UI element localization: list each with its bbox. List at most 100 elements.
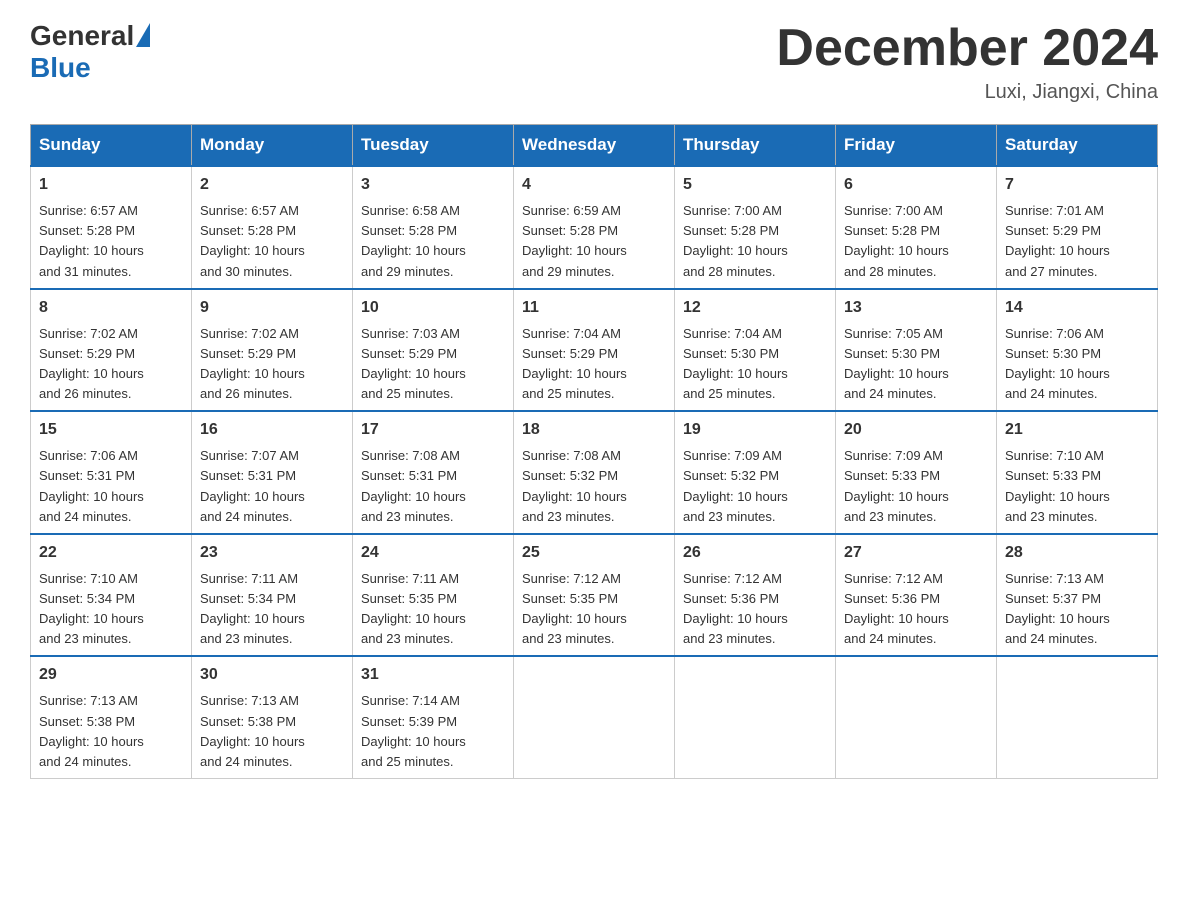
week-row-4: 22 Sunrise: 7:10 AMSunset: 5:34 PMDayligh… [31,534,1158,657]
calendar-cell: 28Sunrise: 7:13 AMSunset: 5:37 PMDayligh… [997,534,1158,657]
day-info: Sunrise: 7:13 AMSunset: 5:37 PMDaylight:… [1005,569,1149,650]
week-row-1: 1Sunrise: 6:57 AMSunset: 5:28 PMDaylight… [31,166,1158,289]
calendar-cell [997,656,1158,778]
day-info: Sunrise: 7:00 AMSunset: 5:28 PMDaylight:… [683,201,827,282]
day-number: 13 [844,296,988,320]
calendar-cell: 12Sunrise: 7:04 AMSunset: 5:30 PMDayligh… [675,289,836,412]
day-info: Sunrise: 7:10 AMSunset: 5:34 PMDaylight:… [39,569,183,650]
day-info: Sunrise: 7:14 AMSunset: 5:39 PMDaylight:… [361,691,505,772]
calendar-cell: 13 Sunrise: 7:05 AMSunset: 5:30 PMDayligh… [836,289,997,412]
day-info: Sunrise: 7:08 AMSunset: 5:31 PMDaylight:… [361,446,505,527]
weekday-header-wednesday: Wednesday [514,125,675,167]
calendar-cell: 21Sunrise: 7:10 AMSunset: 5:33 PMDayligh… [997,411,1158,534]
day-number: 30 [200,663,344,687]
weekday-header-sunday: Sunday [31,125,192,167]
calendar-cell: 16 Sunrise: 7:07 AMSunset: 5:31 PMDayligh… [192,411,353,534]
calendar-cell: 29Sunrise: 7:13 AMSunset: 5:38 PMDayligh… [31,656,192,778]
calendar-cell: 4Sunrise: 6:59 AMSunset: 5:28 PMDaylight… [514,166,675,289]
day-info: Sunrise: 7:09 AMSunset: 5:33 PMDaylight:… [844,446,988,527]
weekday-header-tuesday: Tuesday [353,125,514,167]
calendar-cell: 15 Sunrise: 7:06 AMSunset: 5:31 PMDayligh… [31,411,192,534]
day-info: Sunrise: 7:07 AMSunset: 5:31 PMDaylight:… [200,446,344,527]
day-info: Sunrise: 6:58 AMSunset: 5:28 PMDaylight:… [361,201,505,282]
calendar-cell: 18 Sunrise: 7:08 AMSunset: 5:32 PMDayligh… [514,411,675,534]
calendar-cell: 19 Sunrise: 7:09 AMSunset: 5:32 PMDayligh… [675,411,836,534]
calendar-cell: 7 Sunrise: 7:01 AMSunset: 5:29 PMDaylight… [997,166,1158,289]
week-row-5: 29 Sunrise: 7:13 AMSunset: 5:38 PMDayligh… [31,656,1158,778]
day-number: 24 [361,541,505,565]
week-row-3: 15 Sunrise: 7:06 AMSunset: 5:31 PMDayligh… [31,411,1158,534]
calendar-cell: 6Sunrise: 7:00 AMSunset: 5:28 PMDaylight… [836,166,997,289]
day-number: 22 [39,541,183,565]
calendar-cell: 10Sunrise: 7:03 AMSunset: 5:29 PMDayligh… [353,289,514,412]
day-number: 17 [361,418,505,442]
day-info: Sunrise: 6:57 AMSunset: 5:28 PMDaylight:… [200,201,344,282]
calendar-table: SundayMondayTuesdayWednesdayThursdayFrid… [30,124,1158,779]
day-info: Sunrise: 7:02 AMSunset: 5:29 PMDaylight:… [39,324,183,405]
day-number: 5 [683,173,827,197]
page-header: General Blue December 2024 Luxi, Jiangxi… [30,20,1158,104]
day-info: Sunrise: 7:06 AMSunset: 5:31 PMDaylight:… [39,446,183,527]
day-info: Sunrise: 7:05 AMSunset: 5:30 PMDaylight:… [844,324,988,405]
day-number: 18 [522,418,666,442]
calendar-cell: 23Sunrise: 7:11 AMSunset: 5:34 PMDayligh… [192,534,353,657]
calendar-cell: 20Sunrise: 7:09 AMSunset: 5:33 PMDayligh… [836,411,997,534]
calendar-cell: 11 Sunrise: 7:04 AMSunset: 5:29 PMDayligh… [514,289,675,412]
calendar-cell: 9 Sunrise: 7:02 AMSunset: 5:29 PMDaylight… [192,289,353,412]
logo-general-text: General [30,20,134,52]
calendar-cell [836,656,997,778]
day-number: 14 [1005,296,1149,320]
day-number: 3 [361,173,505,197]
location-subtitle: Luxi, Jiangxi, China [776,81,1158,104]
calendar-cell: 31Sunrise: 7:14 AMSunset: 5:39 PMDayligh… [353,656,514,778]
day-info: Sunrise: 7:12 AMSunset: 5:36 PMDaylight:… [844,569,988,650]
day-info: Sunrise: 7:04 AMSunset: 5:29 PMDaylight:… [522,324,666,405]
day-number: 15 [39,418,183,442]
day-info: Sunrise: 7:12 AMSunset: 5:36 PMDaylight:… [683,569,827,650]
logo-blue-part [134,23,150,49]
day-info: Sunrise: 7:09 AMSunset: 5:32 PMDaylight:… [683,446,827,527]
day-number: 2 [200,173,344,197]
calendar-cell: 24 Sunrise: 7:11 AMSunset: 5:35 PMDayligh… [353,534,514,657]
weekday-header-thursday: Thursday [675,125,836,167]
calendar-cell: 3 Sunrise: 6:58 AMSunset: 5:28 PMDaylight… [353,166,514,289]
title-section: December 2024 Luxi, Jiangxi, China [776,20,1158,104]
calendar-cell: 17 Sunrise: 7:08 AMSunset: 5:31 PMDayligh… [353,411,514,534]
weekday-header-friday: Friday [836,125,997,167]
calendar-cell: 2 Sunrise: 6:57 AMSunset: 5:28 PMDaylight… [192,166,353,289]
calendar-cell: 5 Sunrise: 7:00 AMSunset: 5:28 PMDaylight… [675,166,836,289]
logo-blue-text: Blue [30,52,91,84]
day-info: Sunrise: 7:08 AMSunset: 5:32 PMDaylight:… [522,446,666,527]
day-number: 23 [200,541,344,565]
day-number: 8 [39,296,183,320]
calendar-cell: 25 Sunrise: 7:12 AMSunset: 5:35 PMDayligh… [514,534,675,657]
week-row-2: 8 Sunrise: 7:02 AMSunset: 5:29 PMDaylight… [31,289,1158,412]
day-number: 27 [844,541,988,565]
day-number: 9 [200,296,344,320]
day-number: 25 [522,541,666,565]
day-number: 26 [683,541,827,565]
calendar-cell [675,656,836,778]
day-info: Sunrise: 7:11 AMSunset: 5:35 PMDaylight:… [361,569,505,650]
day-number: 19 [683,418,827,442]
day-number: 16 [200,418,344,442]
logo-triangle-icon [136,23,150,47]
calendar-cell [514,656,675,778]
weekday-header-saturday: Saturday [997,125,1158,167]
day-number: 11 [522,296,666,320]
day-number: 29 [39,663,183,687]
day-info: Sunrise: 6:57 AMSunset: 5:28 PMDaylight:… [39,201,183,282]
calendar-cell: 26 Sunrise: 7:12 AMSunset: 5:36 PMDayligh… [675,534,836,657]
day-info: Sunrise: 7:06 AMSunset: 5:30 PMDaylight:… [1005,324,1149,405]
day-number: 21 [1005,418,1149,442]
day-info: Sunrise: 7:12 AMSunset: 5:35 PMDaylight:… [522,569,666,650]
day-info: Sunrise: 7:02 AMSunset: 5:29 PMDaylight:… [200,324,344,405]
day-info: Sunrise: 7:13 AMSunset: 5:38 PMDaylight:… [200,691,344,772]
day-info: Sunrise: 7:01 AMSunset: 5:29 PMDaylight:… [1005,201,1149,282]
day-number: 7 [1005,173,1149,197]
calendar-cell: 22 Sunrise: 7:10 AMSunset: 5:34 PMDayligh… [31,534,192,657]
calendar-cell: 27 Sunrise: 7:12 AMSunset: 5:36 PMDayligh… [836,534,997,657]
logo: General Blue [30,20,150,84]
calendar-cell: 1Sunrise: 6:57 AMSunset: 5:28 PMDaylight… [31,166,192,289]
day-info: Sunrise: 7:00 AMSunset: 5:28 PMDaylight:… [844,201,988,282]
